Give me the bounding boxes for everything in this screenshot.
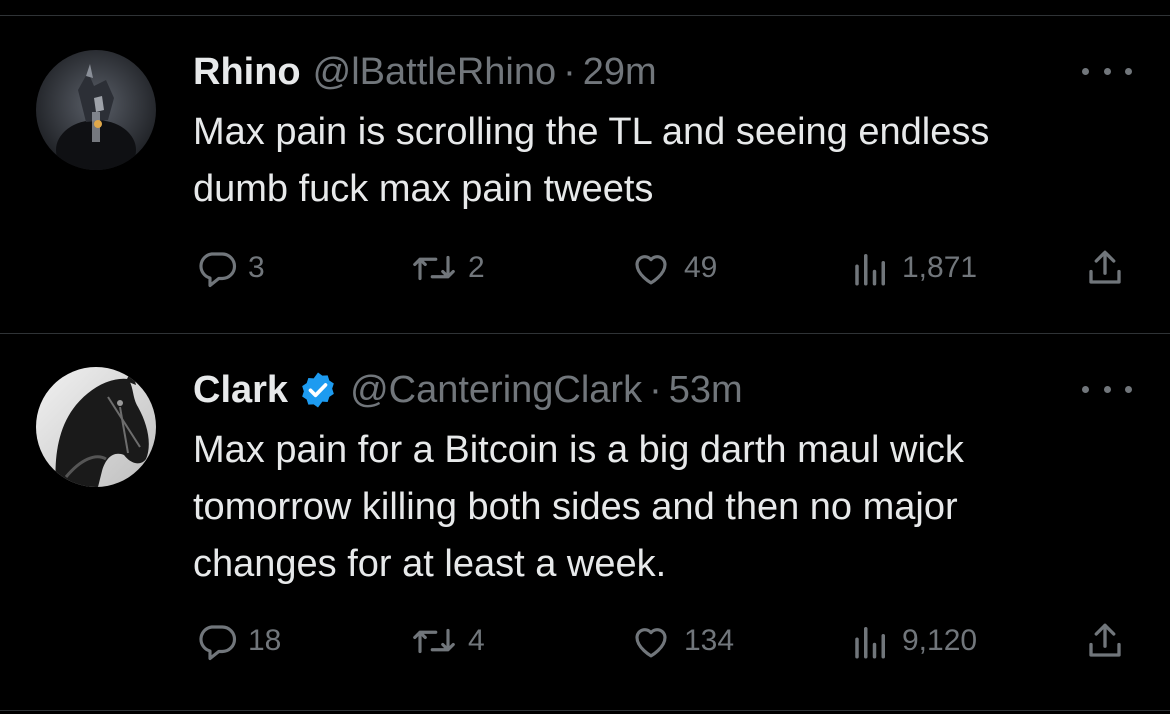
tweet-rhino[interactable]: Rhino @lBattleRhino · 29m Max pain is sc… — [0, 0, 1170, 333]
user-handle[interactable]: @CanteringClark — [350, 369, 642, 412]
verified-badge-icon[interactable] — [298, 370, 338, 410]
tweet-header: Clark @CanteringClark · 53m — [193, 365, 743, 415]
display-name[interactable]: Rhino — [193, 51, 301, 94]
reply-count: 18 — [248, 624, 282, 657]
separator-dot: · — [649, 368, 662, 411]
like-count: 134 — [684, 624, 735, 657]
share-button[interactable] — [1084, 611, 1126, 671]
avatar-horse-image — [36, 367, 156, 487]
timestamp[interactable]: 53m — [669, 369, 743, 412]
avatar-rhino-image — [36, 50, 156, 170]
views-button[interactable]: 9,120 — [850, 611, 977, 671]
user-handle[interactable]: @lBattleRhino — [313, 51, 556, 94]
bottom-divider — [0, 710, 1170, 711]
retweet-icon — [413, 628, 455, 654]
display-name[interactable]: Clark — [193, 369, 288, 412]
avatar[interactable] — [36, 367, 156, 487]
reply-button[interactable]: 18 — [196, 611, 281, 671]
separator-dot: · — [563, 50, 576, 93]
avatar[interactable] — [36, 50, 156, 170]
retweet-icon — [413, 255, 455, 281]
reply-button[interactable]: 3 — [196, 238, 265, 298]
analytics-icon — [855, 254, 885, 286]
retweet-count: 2 — [468, 251, 485, 284]
heart-icon — [635, 628, 667, 658]
views-button[interactable]: 1,871 — [850, 238, 977, 298]
share-icon — [1089, 623, 1121, 657]
like-button[interactable]: 49 — [628, 238, 717, 298]
tweet-text: Max pain for a Bitcoin is a big darth ma… — [193, 429, 964, 585]
views-count: 9,120 — [902, 624, 978, 657]
reply-count: 3 — [248, 251, 265, 284]
tweet-actions: 3 2 49 1,871 — [0, 238, 1170, 298]
share-icon — [1089, 250, 1121, 284]
heart-icon — [635, 255, 667, 285]
tweet-text: Max pain is scrolling the TL and seeing … — [193, 111, 990, 210]
like-button[interactable]: 134 — [628, 611, 734, 671]
more-icon[interactable] — [1082, 374, 1132, 404]
like-count: 49 — [684, 251, 718, 284]
reply-icon — [199, 625, 237, 661]
tweet-actions: 18 4 134 9,120 — [0, 611, 1170, 671]
retweet-button[interactable]: 4 — [410, 611, 485, 671]
views-count: 1,871 — [902, 251, 978, 284]
retweet-count: 4 — [468, 624, 485, 657]
tweet-header: Rhino @lBattleRhino · 29m — [193, 47, 657, 97]
share-button[interactable] — [1084, 238, 1126, 298]
retweet-button[interactable]: 2 — [410, 238, 485, 298]
tweet-clark[interactable]: Clark @CanteringClark · 53m Max pain for… — [0, 334, 1170, 714]
more-icon[interactable] — [1082, 56, 1132, 86]
timestamp[interactable]: 29m — [583, 51, 657, 94]
analytics-icon — [855, 627, 885, 659]
reply-icon — [199, 252, 237, 288]
